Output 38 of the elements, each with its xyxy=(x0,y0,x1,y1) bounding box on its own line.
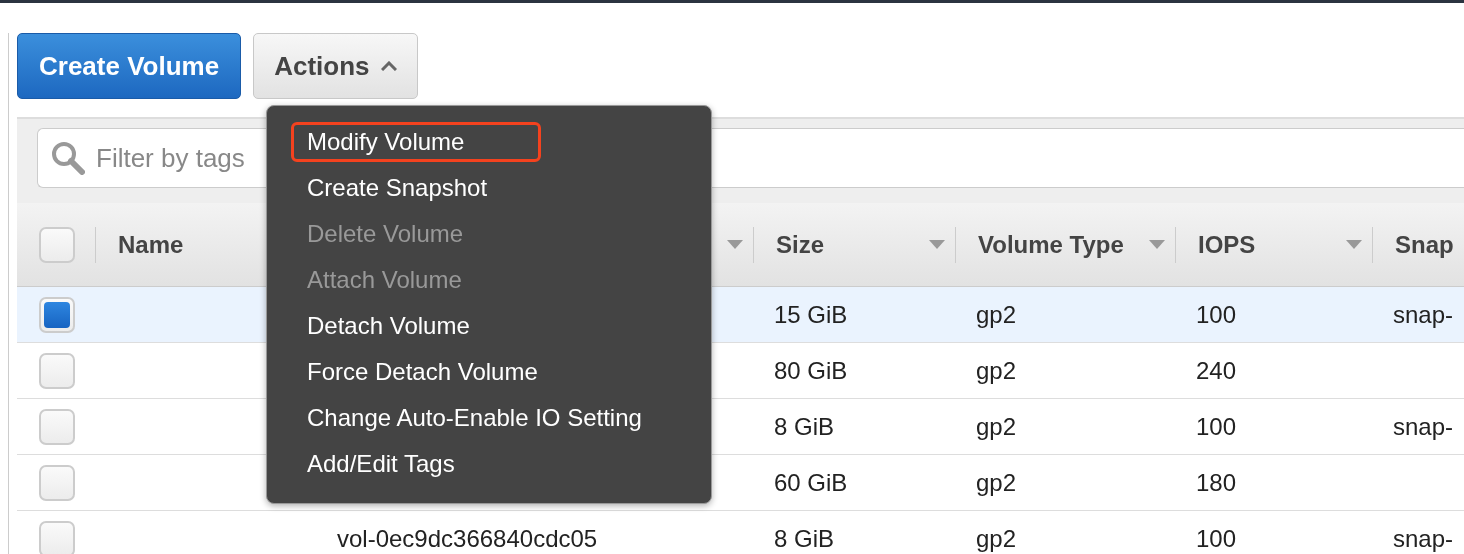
checkbox[interactable] xyxy=(39,226,75,263)
table-cell-text: 240 xyxy=(1195,356,1238,385)
checkbox[interactable] xyxy=(39,464,75,501)
table-cell-text: 80 GiB xyxy=(773,356,849,385)
menu-item[interactable]: Force Detach Volume xyxy=(267,349,711,395)
table-cell-text: 8 GiB xyxy=(773,524,836,553)
column-header[interactable]: Name xyxy=(118,230,184,259)
table-cell-text: 15 GiB xyxy=(773,300,849,329)
column-header[interactable]: IOPS xyxy=(1198,230,1256,259)
column-header[interactable]: Volume Type xyxy=(978,230,1124,259)
table-cell-text: 100 xyxy=(1195,412,1238,441)
table-cell-text: gp2 xyxy=(975,468,1018,497)
column-header[interactable]: Snap xyxy=(1395,230,1454,259)
checkbox[interactable] xyxy=(39,352,75,389)
search-icon xyxy=(51,141,85,175)
table-cell-text: gp2 xyxy=(975,412,1018,441)
table-cell-text: 8 GiB xyxy=(773,412,836,441)
sort-caret-icon[interactable] xyxy=(929,240,945,249)
table-cell-text: snap- xyxy=(1392,524,1455,553)
table-cell-text: 180 xyxy=(1195,468,1238,497)
checkbox[interactable] xyxy=(39,408,75,445)
create-volume-button[interactable]: Create Volume xyxy=(17,33,242,99)
checkbox[interactable] xyxy=(39,520,75,554)
table-cell-text: gp2 xyxy=(975,356,1018,385)
table-cell-text: gp2 xyxy=(975,300,1018,329)
sort-caret-icon[interactable] xyxy=(727,240,743,249)
table-cell-text: snap- xyxy=(1392,412,1455,441)
actions-button[interactable]: Actions xyxy=(253,33,419,99)
sort-caret-icon[interactable] xyxy=(1346,240,1362,249)
table-cell-text: 100 xyxy=(1195,524,1238,553)
checkbox[interactable] xyxy=(39,296,75,333)
table-cell-text: 100 xyxy=(1195,300,1238,329)
column-header[interactable]: Size xyxy=(776,230,825,259)
sort-caret-icon[interactable] xyxy=(1149,240,1165,249)
table-cell-text: 60 GiB xyxy=(773,468,849,497)
table-cell-text: gp2 xyxy=(975,524,1018,553)
table-cell-text: vol-0ec9dc366840cdc05 xyxy=(336,524,599,553)
table-cell-text: snap- xyxy=(1392,300,1455,329)
